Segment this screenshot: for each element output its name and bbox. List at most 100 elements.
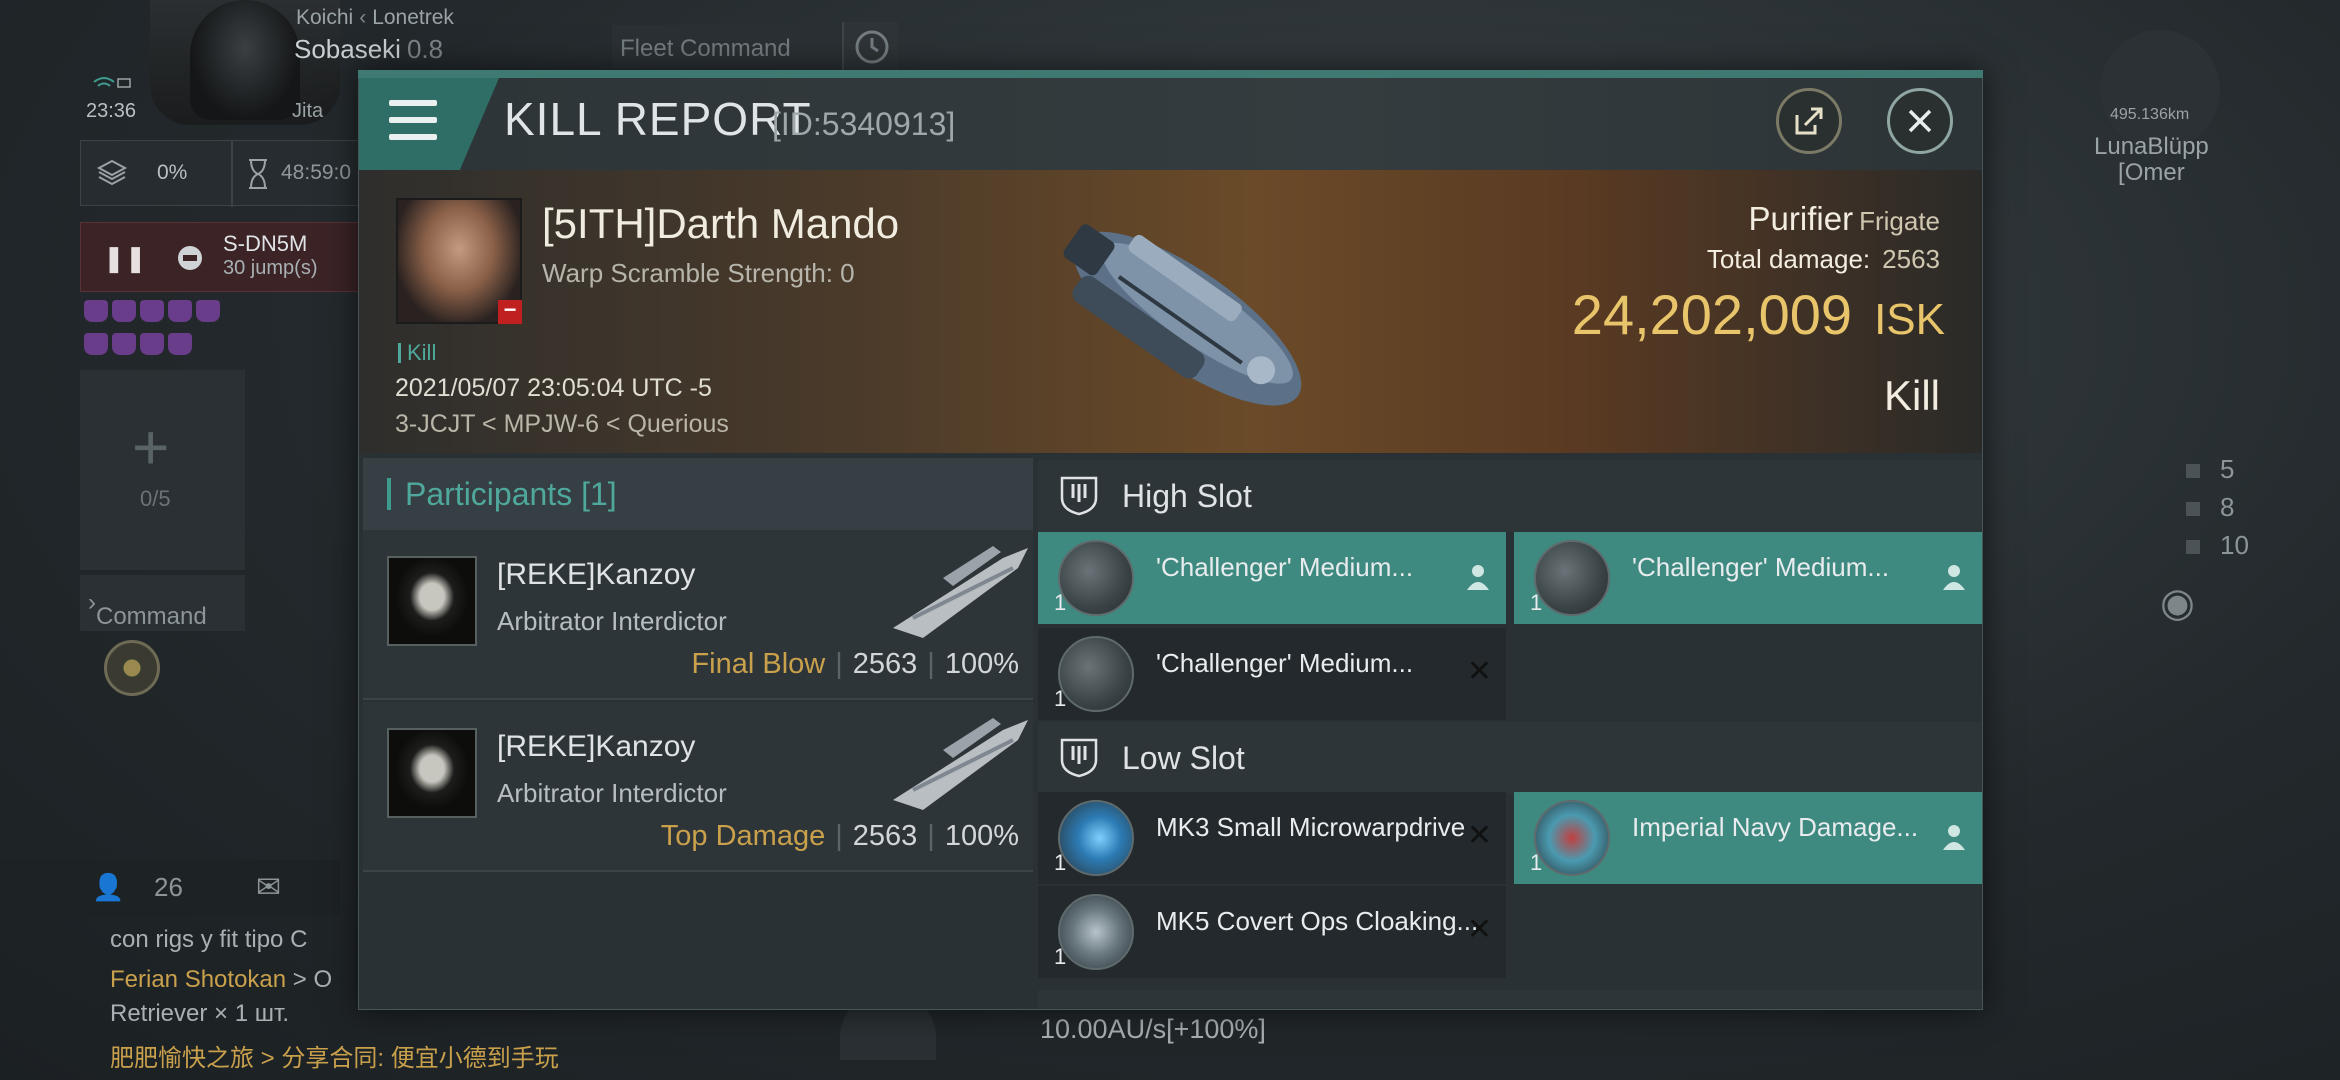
module-item[interactable]: 1 'Challenger' Medium... [1038,532,1506,624]
module-item[interactable]: 1 'Challenger' Medium... ✕ [1038,628,1506,720]
module-item[interactable]: 1 MK5 Covert Ops Cloaking... ✕ [1038,886,1506,978]
module-item[interactable]: 1 'Challenger' Medium... [1514,532,1982,624]
chat-line: con rigs y fit tipo C [110,926,308,953]
current-system[interactable]: Jita [292,100,323,123]
clock-time: 23:36 [86,100,137,122]
participant-ship: Arbitrator Interdictor [497,778,727,808]
overview-stat-1: 5 [2186,454,2234,485]
participant-name: [REKE]Kanzoy [497,558,696,591]
module-name: MK5 Covert Ops Cloaking... [1156,906,1479,936]
low-slot-icon [1060,738,1098,778]
hourglass-icon [249,159,267,189]
participants-header: Participants [1] [363,458,1033,530]
fleet-command-button[interactable]: Fleet Command [612,25,842,69]
clock-button[interactable] [842,22,898,72]
warp-scramble-strength: Warp Scramble Strength: 0 [542,258,855,288]
cargo-icon [96,159,128,186]
pilot-name: Sobaseki 0.8 [294,34,444,64]
timer: 48:59:0 [281,161,352,184]
module-icon [1058,540,1134,616]
victim-portrait[interactable]: − [396,198,522,324]
destroyed-icon: ✕ [1466,655,1492,688]
clock-icon [855,30,889,64]
module-quantity: 1 [1054,686,1067,711]
panel-accent [358,70,1983,78]
user-count: 26 [154,872,183,902]
add-fleet-icon[interactable]: + [132,410,169,484]
module-icon [1534,800,1610,876]
chat-line: Retriever × 1 шт. [110,1000,289,1027]
fleet-count: 0/5 [140,486,171,511]
kill-location: 3-JCJT < MPJW-6 < Querious [395,410,729,438]
kill-datetime: 2021/05/07 23:05:04 UTC -5 [395,374,712,402]
victim-ship-image [1063,224,1302,406]
module-quantity: 1 [1054,944,1067,969]
drone-bay[interactable] [84,300,254,360]
module-quantity: 1 [1054,590,1067,615]
chat-bar: 👤 26 ✉ [0,860,340,916]
module-icon [1058,894,1134,970]
jump-count: 30 jump(s) [223,257,318,279]
module-item[interactable]: 1 Imperial Navy Damage... [1514,792,1982,884]
module-icon [1058,636,1134,712]
wifi-icon [93,77,131,88]
kill-report-title: KILL REPORT [504,93,812,145]
autopilot-route[interactable]: ❚❚ S-DN5M 30 jump(s) [80,222,360,292]
users-icon[interactable]: 👤 [92,872,124,903]
overview-distance: 495.136km [2110,106,2190,123]
participant-ship-image [893,718,1028,810]
module-quantity: 1 [1054,850,1067,875]
high-slot-header: High Slot [1038,460,1982,532]
cargo-status[interactable]: 0% 48:59:0 [80,140,360,207]
close-button[interactable] [1887,88,1953,154]
dropped-icon [1943,825,1965,850]
share-button[interactable] [1776,88,1842,154]
close-icon [1908,109,1932,133]
participant-ship-image [893,546,1028,638]
isk-value: 24,202,009 ISK [1571,283,1945,346]
overview-stat-2: 8 [2186,492,2234,523]
chat-line: 肥肥愉快之旅 > 分享合同: 便宜小德到手玩 [110,1045,559,1072]
pilot-affiliation: Koichi ‹ Lonetrek [296,6,454,29]
mid-slot-header-partial [1038,990,1982,1008]
participant-ship: Arbitrator Interdictor [497,606,727,636]
module-name: Imperial Navy Damage... [1632,812,1919,842]
pause-icon[interactable]: ❚❚ [103,243,147,274]
overview-stat-3: 10 [2186,530,2249,561]
overview-target-portrait[interactable] [2100,30,2220,150]
route-icon [178,246,202,270]
module-name: 'Challenger' Medium... [1156,552,1414,582]
participant-stats: Top Damage | 2563 | 100% [660,820,1019,852]
chat-line: Ferian Shotokan > O [110,966,333,993]
total-damage: Total damage: 2563 [1706,244,1940,274]
module-name: MK3 Small Microwarpdrive [1156,812,1466,842]
target-icon[interactable] [104,640,160,696]
destroyed-icon: ✕ [1466,819,1492,852]
ship-speed: 10.00AU/s[+100%] [1040,1014,1266,1044]
victim-ship[interactable]: Purifier Frigate [1560,200,1940,238]
command-button[interactable]: Command › [80,575,245,631]
share-icon [1795,107,1823,135]
dropped-icon [1467,565,1489,590]
fleet-slots[interactable]: + 0/5 [80,370,245,570]
module-item[interactable]: 1 MK3 Small Microwarpdrive ✕ [1038,792,1506,884]
module-icon [1058,800,1134,876]
victim-name[interactable]: [5ITH]Darth Mando [542,200,899,248]
mail-icon[interactable]: ✉ [256,870,281,905]
destination-system: S-DN5M [223,231,308,256]
standing-icon: − [498,299,522,324]
participant-row[interactable]: [REKE]Kanzoy Arbitrator Interdictor Fina… [363,530,1033,700]
participant-stats: Final Blow | 2563 | 100% [691,648,1019,680]
participant-portrait[interactable] [387,556,477,646]
kill-tag: Kill [398,340,436,366]
module-name: 'Challenger' Medium... [1156,648,1414,678]
module-icon [1534,540,1610,616]
module-quantity: 1 [1530,590,1543,615]
participant-name: [REKE]Kanzoy [497,730,696,763]
overview-target-name: LunaBlüpp [Omer [2094,133,2209,186]
participant-portrait[interactable] [387,728,477,818]
participant-row[interactable]: [REKE]Kanzoy Arbitrator Interdictor Top … [363,702,1033,872]
destroyed-icon: ✕ [1466,913,1492,946]
eye-icon[interactable]: ◉ [2160,580,2195,626]
module-quantity: 1 [1530,850,1543,875]
